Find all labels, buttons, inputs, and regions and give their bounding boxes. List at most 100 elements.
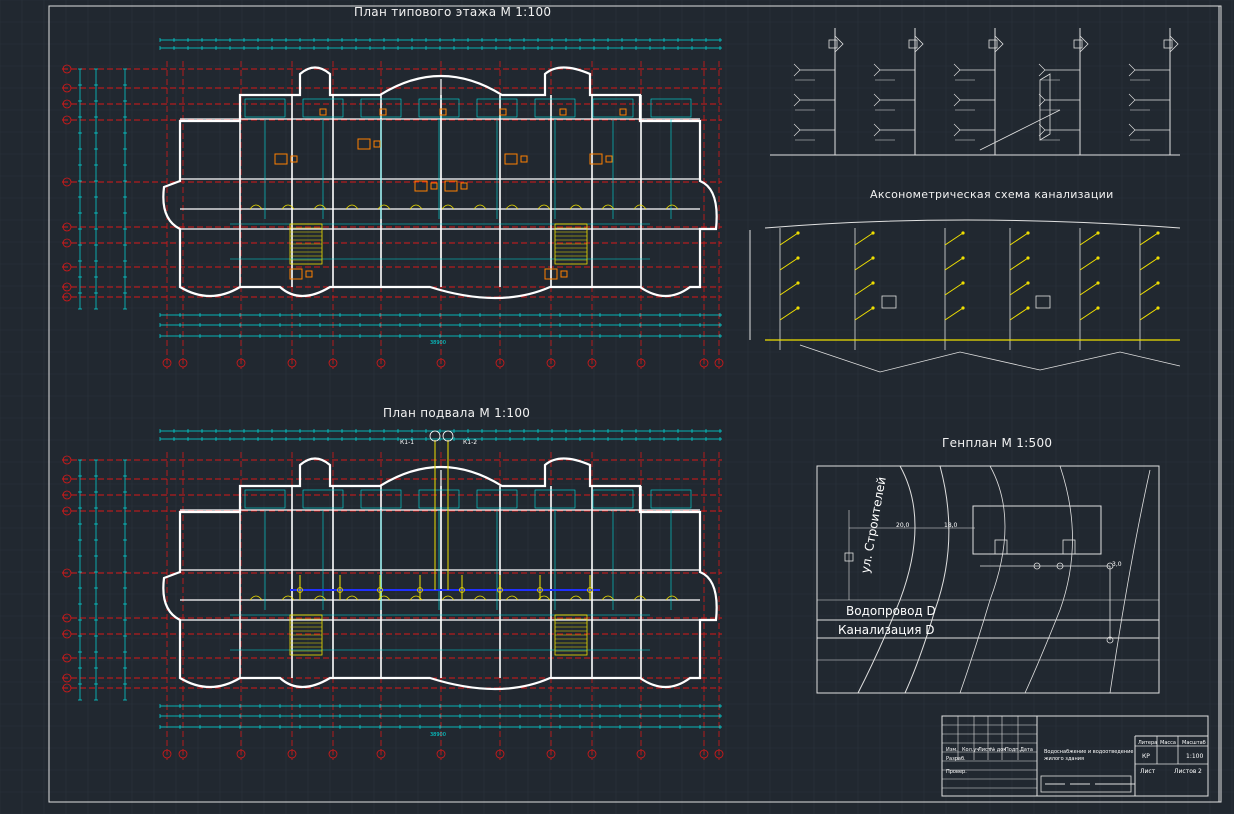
plumbing-fixture (605, 155, 613, 163)
room-dim-box (244, 489, 286, 509)
room-dim-box (534, 98, 576, 118)
axon-fixture (1026, 231, 1030, 235)
road-edge (904, 465, 950, 694)
axon-fixture (871, 306, 875, 310)
building-entrance (994, 539, 1008, 555)
branch-fitting (793, 93, 801, 107)
axon-fixture (871, 231, 875, 235)
site-dim-b: 18,0 (944, 522, 958, 529)
axon-fixture (961, 281, 965, 285)
title-block-row-2: Провер. (946, 769, 967, 775)
axon-branch (1079, 232, 1099, 246)
axon-fixture (1026, 281, 1030, 285)
axon-fixture (796, 256, 800, 260)
building-entrance (1062, 539, 1076, 555)
title-block-sheets-label: Листов (1174, 768, 1197, 775)
room-dim-box (244, 98, 286, 118)
title-block-stage-header: Литера (1138, 740, 1158, 746)
axon-branch (1079, 282, 1099, 296)
axon-fixture (961, 256, 965, 260)
overall-dim-bottom: 38900 (430, 732, 446, 738)
axon-fixture (796, 281, 800, 285)
inlet-label-1: К1-1 (400, 439, 415, 446)
room-dim-box (476, 489, 518, 509)
axon-branch (1139, 307, 1159, 321)
site-dim-c: 3,0 (1112, 561, 1122, 568)
room-dim-box (302, 98, 344, 118)
road-edge (857, 465, 916, 694)
water-main-label: Водопровод D (846, 604, 936, 618)
axon-fixture (1156, 231, 1160, 235)
title-basement: План подвала М 1:100 (383, 406, 531, 420)
sewer-main-label: Канализация D (838, 623, 935, 637)
site-dim-a: 20,0 (896, 522, 910, 529)
title-site-plan: Генплан М 1:500 (942, 436, 1053, 450)
title-block-row-1: Разраб. (946, 756, 966, 762)
plumbing-fixture (274, 153, 288, 165)
axon-fixture (1156, 281, 1160, 285)
room-dim-box (418, 98, 460, 118)
title-sewer-axonometric: Аксонометрическая схема канализации (870, 188, 1114, 201)
branch-fitting (793, 123, 801, 137)
inlet-well (429, 430, 441, 442)
plumbing-fixture (430, 182, 438, 190)
title-block-row-0: Изм. (946, 747, 958, 753)
room-dim-box (476, 98, 518, 118)
room-dim-box (650, 98, 692, 118)
room-dim-box (302, 489, 344, 509)
axon-fixture (1156, 306, 1160, 310)
plumbing-fixture (444, 180, 458, 192)
axon-box (1035, 295, 1051, 309)
axon-branch (1139, 232, 1159, 246)
plumbing-fixture (373, 140, 381, 148)
axon-fixture (796, 306, 800, 310)
axon-branch (944, 232, 964, 246)
title-block-col-0: Кол.уч (962, 747, 980, 753)
axon-fixture (1096, 231, 1100, 235)
axon-fixture (1156, 256, 1160, 260)
inlet-well (442, 430, 454, 442)
axon-fixture (1026, 306, 1030, 310)
axon-branch (1079, 307, 1099, 321)
title-typical-floor: План типового этажа М 1:100 (354, 5, 552, 19)
title-block-sheet-label: Лист (1140, 768, 1156, 775)
title-block-project: Водоснабжение и водоотведение жилого зда… (1044, 749, 1134, 762)
axon-fixture (796, 231, 800, 235)
axon-box (881, 295, 897, 309)
axon-fixture (1026, 256, 1030, 260)
inlet-label-2: К1-2 (463, 439, 478, 446)
site-plan-frame (816, 465, 1160, 694)
building-footprint (972, 505, 1102, 555)
title-block-sheets-count: 2 (1198, 768, 1202, 775)
title-block-mass-header: Масса (1160, 740, 1176, 746)
axon-fixture (1096, 281, 1100, 285)
branch-fitting (1128, 123, 1136, 137)
axon-branch (1009, 282, 1029, 296)
axon-branch (944, 307, 964, 321)
title-block-col-3: Подп. (1005, 747, 1021, 753)
contour (1024, 465, 1073, 694)
title-block-col-1: Лист (978, 747, 991, 753)
axon-fixture (1096, 256, 1100, 260)
overall-dim-top: 38900 (430, 340, 446, 346)
branch-fitting (873, 123, 881, 137)
sheet-frame (48, 5, 1222, 803)
axon-fixture (961, 231, 965, 235)
axon-fixture (1096, 306, 1100, 310)
axon-branch (1139, 282, 1159, 296)
axon-fixture (961, 306, 965, 310)
plumbing-fixture (414, 180, 428, 192)
room-dim-box (534, 489, 576, 509)
room-dim-box (650, 489, 692, 509)
title-block-scale-header: Масштаб (1182, 740, 1206, 746)
axon-branch (1009, 232, 1029, 246)
axon-branch (779, 232, 799, 246)
room-dim-box (592, 489, 634, 509)
drawing-canvas (0, 0, 1234, 814)
room-dim-box (418, 489, 460, 509)
title-block-scale: 1:100 (1186, 753, 1204, 760)
axon-roof-line (764, 219, 1181, 229)
plumbing-fixture (305, 270, 313, 278)
branch-fitting (873, 93, 881, 107)
axon-branch (1009, 307, 1029, 321)
